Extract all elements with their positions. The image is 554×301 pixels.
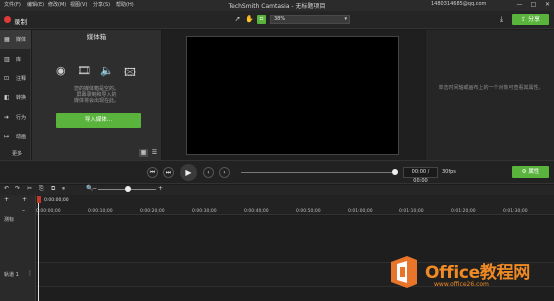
close-button[interactable]: ✕ (543, 1, 552, 8)
rail-item-label: 库 (16, 57, 22, 63)
undo-icon[interactable]: ↶ (4, 185, 9, 192)
marker-track-label: 测标 (4, 217, 15, 223)
empty-bin-text: 媒体将会出现在此。 (73, 98, 119, 104)
user-email[interactable]: 1480314685@qq.com (431, 1, 486, 7)
media-icon: ▦ (4, 36, 10, 43)
film-icon: 🎞 (77, 64, 91, 77)
library-icon: ▥ (4, 56, 10, 63)
ruler-tick: 0:00:10;00 (88, 209, 113, 214)
ruler-tick: 0:01:00;00 (348, 209, 373, 214)
rail-item-label: 转换 (16, 95, 27, 101)
hand-icon[interactable]: ✋ (245, 15, 254, 24)
scrubber-handle[interactable] (392, 169, 398, 175)
cut-icon[interactable]: ✂ (27, 185, 32, 192)
zoom-value: 38% (274, 16, 286, 22)
play-icon[interactable]: ▶ (180, 164, 197, 181)
track-options-icon[interactable]: ⋮ (27, 270, 33, 277)
step-forward-icon[interactable]: ⏭ (163, 167, 174, 178)
zoom-select[interactable]: 38% ▾ (270, 15, 350, 24)
scrubber-track[interactable] (241, 172, 395, 173)
rail-item-transitions[interactable]: ◧ 转换 (0, 88, 31, 107)
ruler-tick: 0:00:50;00 (296, 209, 321, 214)
rail-item-animations[interactable]: ↦ 动画 (0, 127, 31, 146)
timeline-ruler[interactable] (36, 195, 554, 215)
properties-hint: 单击时间轴或画布上的一个对象可查看其属性。 (438, 85, 544, 91)
list-view-icon[interactable]: ☰ (150, 149, 159, 157)
add-track-icon[interactable]: + (4, 196, 9, 203)
collapse-icon[interactable]: – (22, 207, 25, 214)
crop-icon[interactable]: ⌗ (257, 15, 266, 24)
time-display: 00:00 / 00:00 (403, 167, 438, 184)
watermark-brand: Office教程网 (425, 263, 530, 283)
ruler-tick: 0:00:20;00 (140, 209, 165, 214)
grid-view-icon[interactable]: ▦ (139, 149, 148, 157)
watermark-site: www.office26.com (434, 281, 489, 288)
paste-icon[interactable]: ⧉ (51, 185, 55, 193)
copy-icon[interactable]: ⎘ (39, 185, 44, 193)
record-button[interactable]: 录制 (14, 16, 27, 26)
more-button[interactable]: 更多 (12, 150, 22, 157)
zoom-in-icon[interactable]: + (158, 185, 163, 192)
fps-label: 30fps (442, 169, 456, 175)
track-header-column (0, 195, 36, 301)
behavior-icon: ➔ (4, 114, 10, 121)
import-media-button[interactable]: 导入媒体... (56, 113, 141, 128)
image-icon: 🖾 (124, 66, 136, 79)
rail-item-annotations[interactable]: ⊡ 注释 (0, 69, 31, 88)
timeline-zoom-handle[interactable] (125, 186, 131, 192)
media-bin-title: 媒体箱 (86, 33, 107, 41)
zoom-out-icon[interactable]: − (92, 185, 97, 192)
share-label: 分享 (527, 16, 540, 23)
rail-item-library[interactable]: ▥ 库 (0, 50, 31, 69)
office-logo-icon (391, 256, 417, 288)
playhead-handle[interactable] (37, 196, 41, 203)
properties-label: 属性 (528, 169, 540, 175)
playhead-time: 0:00:00;00 (44, 198, 69, 203)
redo-icon[interactable]: ↷ (15, 185, 20, 192)
properties-panel (426, 30, 554, 160)
chevron-down-icon: ▾ (344, 16, 347, 22)
animation-icon: ↦ (4, 133, 10, 140)
next-clip-icon[interactable]: › (219, 167, 230, 178)
share-button[interactable]: ⇪ 分享 (512, 14, 549, 25)
ruler-tick: 0:00:00;00 (36, 209, 61, 214)
rail-item-media[interactable]: ▦ 媒体 (0, 30, 31, 49)
record-media-icon: ◉ (56, 64, 66, 77)
record-icon[interactable] (4, 16, 11, 23)
ruler-tick: 0:00:40;00 (244, 209, 269, 214)
share-icon: ⇪ (521, 16, 528, 23)
download-icon[interactable]: ⤓ (497, 15, 506, 24)
pointer-icon[interactable]: ➚ (233, 15, 242, 24)
audio-icon: 🔈 (100, 64, 114, 77)
rail-item-label: 注释 (16, 76, 27, 82)
rail-item-behaviors[interactable]: ➔ 行为 (0, 108, 31, 127)
step-back-icon[interactable]: ⏮ (147, 167, 158, 178)
maximize-button[interactable]: □ (529, 1, 538, 8)
ruler-tick: 0:00:30;00 (192, 209, 217, 214)
annotation-icon: ⊡ (4, 75, 10, 82)
rail-item-label: 动画 (16, 134, 27, 140)
playhead-line[interactable] (38, 196, 39, 301)
rail-item-label: 行为 (16, 115, 27, 121)
timeline-toolbar (0, 185, 554, 195)
ruler-tick: 0:01:20;00 (451, 209, 476, 214)
ruler-tick: 0:01:30;00 (503, 209, 528, 214)
split-icon[interactable]: ⏸ (62, 185, 65, 193)
minimize-button[interactable]: — (515, 1, 524, 8)
transition-icon: ◧ (4, 94, 10, 101)
rail-item-label: 媒体 (16, 37, 27, 43)
properties-button[interactable]: ⚙ 属性 (512, 166, 549, 178)
add-track-icon-2[interactable]: + (22, 196, 27, 203)
ruler-tick: 0:01:10;00 (399, 209, 424, 214)
preview-canvas[interactable] (186, 36, 399, 155)
previous-clip-icon[interactable]: ‹ (203, 167, 214, 178)
